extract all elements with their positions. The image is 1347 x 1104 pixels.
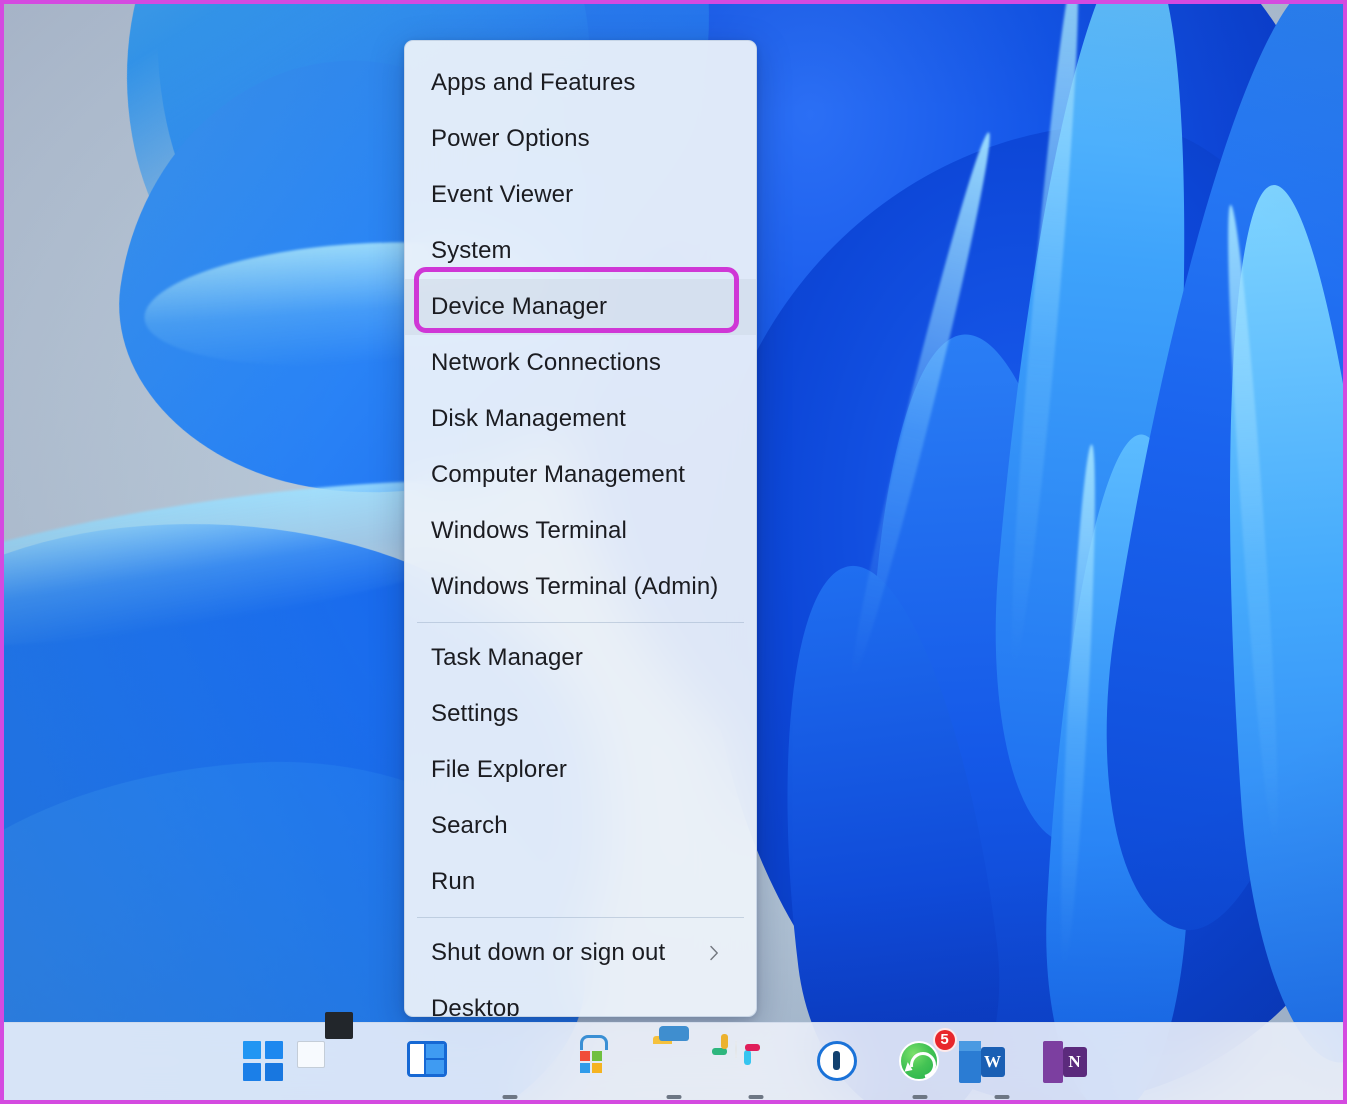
task-view-icon (325, 1041, 367, 1083)
taskbar-start-button[interactable] (235, 1033, 293, 1091)
menu-item-disk-management[interactable]: Disk Management (405, 391, 756, 447)
menu-item-label: System (431, 237, 738, 265)
menu-item-label: Event Viewer (431, 181, 738, 209)
taskbar-store-button[interactable] (563, 1033, 621, 1091)
menu-item-event-viewer[interactable]: Event Viewer (405, 167, 756, 223)
taskbar[interactable]: 5WN (4, 1022, 1343, 1100)
menu-item-label: Run (431, 868, 738, 896)
menu-item-file-explorer[interactable]: File Explorer (405, 742, 756, 798)
menu-item-label: Device Manager (431, 293, 738, 321)
menu-item-label: Search (431, 812, 738, 840)
menu-item-label: Network Connections (431, 349, 738, 377)
menu-item-settings[interactable]: Settings (405, 686, 756, 742)
taskbar-slack-button[interactable] (727, 1033, 785, 1091)
menu-item-network-connections[interactable]: Network Connections (405, 335, 756, 391)
menu-item-label: File Explorer (431, 756, 738, 784)
file-explorer-icon (653, 1041, 695, 1083)
microsoft-onenote-icon: N (1063, 1041, 1105, 1083)
menu-item-label: Settings (431, 700, 738, 728)
menu-item-label: Shut down or sign out (431, 939, 704, 967)
running-indicator (994, 1095, 1009, 1099)
menu-item-apps-and-features[interactable]: Apps and Features (405, 55, 756, 111)
running-indicator (666, 1095, 681, 1099)
menu-item-label: Windows Terminal (431, 517, 738, 545)
taskbar-whatsapp-button[interactable]: 5 (891, 1033, 949, 1091)
taskbar-edge-button[interactable] (481, 1033, 539, 1091)
menu-item-power-options[interactable]: Power Options (405, 111, 756, 167)
taskbar-1password-button[interactable] (809, 1033, 867, 1091)
menu-item-windows-terminal-admin[interactable]: Windows Terminal (Admin) (405, 559, 756, 615)
menu-item-task-manager[interactable]: Task Manager (405, 630, 756, 686)
menu-item-shut-down-or-sign-out[interactable]: Shut down or sign out (405, 925, 756, 981)
slack-icon (735, 1041, 777, 1083)
menu-item-search[interactable]: Search (405, 798, 756, 854)
menu-item-label: Apps and Features (431, 69, 738, 97)
running-indicator (502, 1095, 517, 1099)
windows-start-icon (243, 1041, 285, 1083)
widgets-icon (407, 1041, 449, 1083)
running-indicator (748, 1095, 763, 1099)
menu-item-label: Desktop (431, 995, 738, 1017)
menu-item-run[interactable]: Run (405, 854, 756, 910)
menu-item-label: Windows Terminal (Admin) (431, 573, 738, 601)
taskbar-widgets-button[interactable] (399, 1033, 457, 1091)
taskbar-onenote-button[interactable]: N (1055, 1033, 1113, 1091)
menu-item-computer-management[interactable]: Computer Management (405, 447, 756, 503)
menu-item-label: Computer Management (431, 461, 738, 489)
menu-item-device-manager[interactable]: Device Manager (405, 279, 756, 335)
taskbar-word-button[interactable]: W (973, 1033, 1031, 1091)
microsoft-word-icon: W (981, 1041, 1023, 1083)
menu-item-system[interactable]: System (405, 223, 756, 279)
menu-item-windows-terminal[interactable]: Windows Terminal (405, 503, 756, 559)
microsoft-store-icon (571, 1041, 613, 1083)
running-indicator (912, 1095, 927, 1099)
microsoft-edge-icon (489, 1041, 531, 1083)
menu-group: Task Manager Settings File Explorer Search R… (405, 630, 756, 910)
1password-icon (817, 1041, 859, 1083)
menu-separator (417, 622, 744, 623)
menu-item-label: Disk Management (431, 405, 738, 433)
chevron-right-icon (704, 943, 724, 963)
winx-quick-link-menu[interactable]: Apps and Features Power Options Event View… (404, 40, 757, 1017)
taskbar-file-explorer-button[interactable] (645, 1033, 703, 1091)
taskbar-task-view-button[interactable] (317, 1033, 375, 1091)
notification-badge: 5 (933, 1028, 957, 1052)
menu-item-label: Power Options (431, 125, 738, 153)
menu-item-desktop[interactable]: Desktop (405, 981, 756, 1017)
menu-item-label: Task Manager (431, 644, 738, 672)
windows-desktop-screenshot: Apps and Features Power Options Event View… (0, 0, 1347, 1104)
menu-group: Apps and Features Power Options Event View… (405, 55, 756, 615)
menu-separator (417, 917, 744, 918)
menu-group: Shut down or sign out Desktop (405, 925, 756, 1017)
